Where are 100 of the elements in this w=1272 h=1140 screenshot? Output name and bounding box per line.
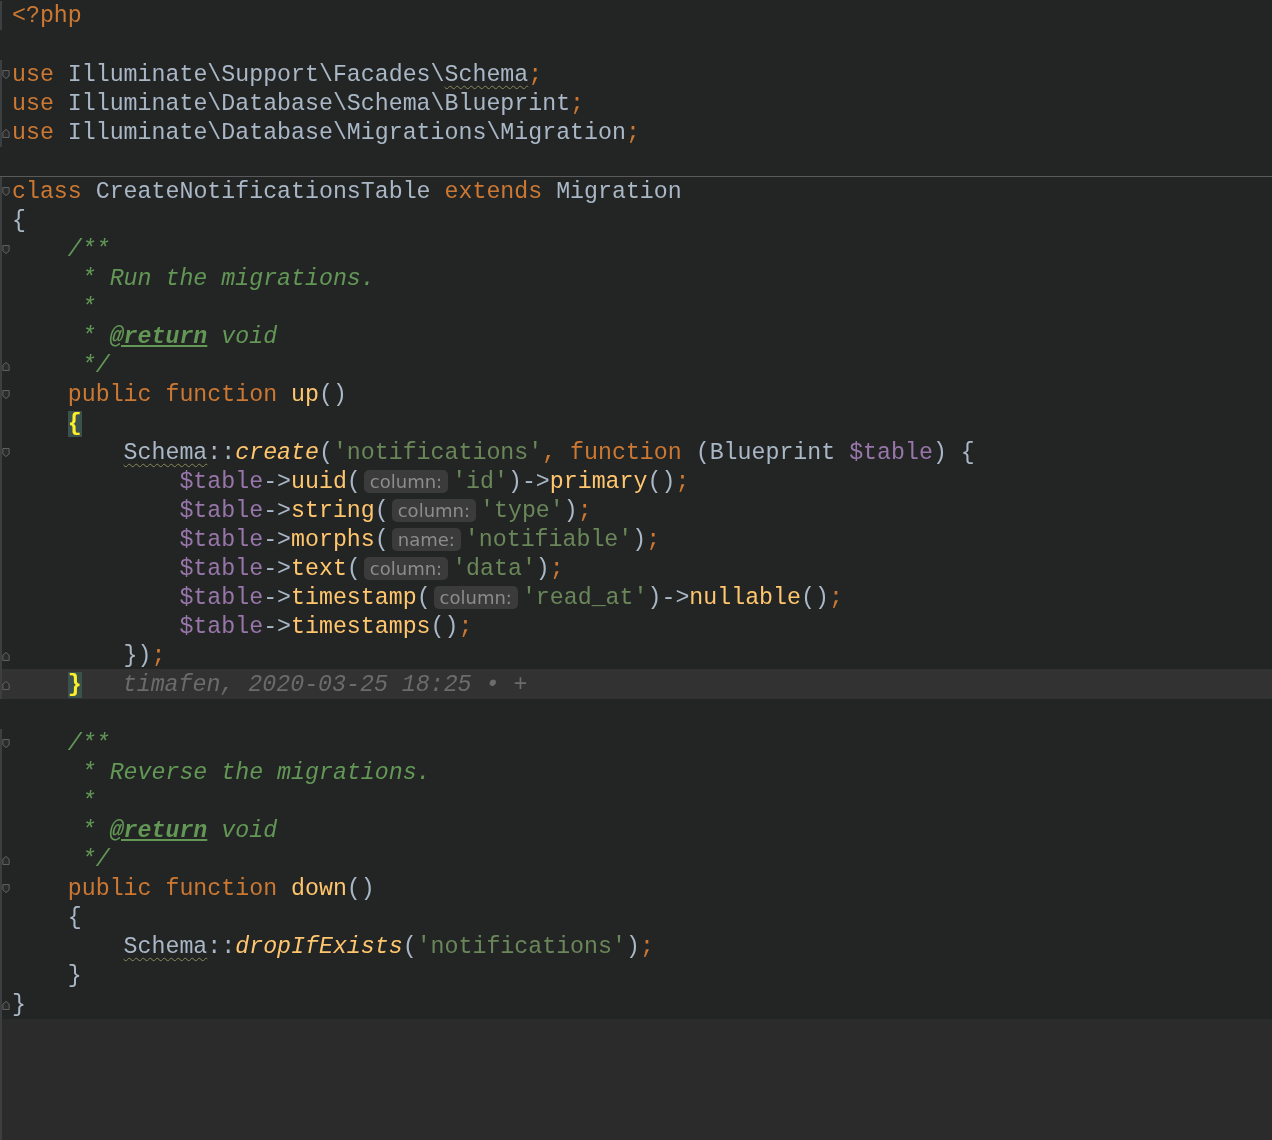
matched-brace: { <box>67 410 82 437</box>
punctuation: ; <box>528 61 543 88</box>
variable: $table <box>849 439 933 466</box>
matched-brace: } <box>67 671 82 698</box>
doc-comment: void <box>220 817 278 844</box>
keyword: public function <box>67 381 279 408</box>
keyword: use <box>12 119 54 146</box>
code-text: :: <box>207 933 236 960</box>
code-text: ( <box>374 526 389 553</box>
keyword: use <box>12 61 54 88</box>
keyword: function <box>569 439 682 466</box>
method-name: dropIfExists <box>235 933 403 960</box>
code-text: )-> <box>507 468 550 495</box>
method-name: morphs <box>291 526 375 553</box>
code-text: Migration <box>555 178 682 205</box>
code-text: ) { <box>932 439 975 466</box>
code-text: -> <box>263 613 292 640</box>
code-text: ) <box>632 526 647 553</box>
code-text: (Blueprint <box>694 439 837 466</box>
fold-marker-icon[interactable] <box>2 881 10 896</box>
code-text: ) <box>625 933 640 960</box>
method-name: timestamp <box>291 584 417 611</box>
fold-marker-icon[interactable] <box>2 242 10 257</box>
string-literal: 'type' <box>480 497 564 524</box>
string-literal: 'notifications' <box>416 933 626 960</box>
doc-comment: /** <box>67 730 110 757</box>
string-literal: 'id' <box>452 468 508 495</box>
punctuation: ; <box>151 642 166 669</box>
code-text: CreateNotificationsTable <box>94 178 432 205</box>
code-text: ( <box>318 439 333 466</box>
code-text: ( <box>374 497 389 524</box>
code-text: { <box>12 207 26 234</box>
fold-marker-icon[interactable] <box>2 736 10 751</box>
variable: $table <box>179 497 264 524</box>
class-name: Schema <box>123 933 208 960</box>
punctuation: ; <box>549 555 564 582</box>
method-name: down <box>291 875 347 902</box>
method-name: text <box>291 555 347 582</box>
parameter-hint: column: <box>391 499 477 522</box>
code-text: Illuminate\Database\Schema\Blueprint <box>66 90 571 117</box>
parameter-hint: name: <box>391 528 461 551</box>
code-text: () <box>346 875 375 902</box>
doc-tag: @return <box>109 323 208 350</box>
punctuation: ; <box>458 613 473 640</box>
code-text: ( <box>346 468 361 495</box>
variable: $table <box>179 613 264 640</box>
variable: $table <box>179 468 264 495</box>
code-text: ) <box>535 555 550 582</box>
doc-comment: * Run the migrations. <box>80 265 375 292</box>
code-text: } <box>12 991 26 1018</box>
punctuation: ; <box>646 526 661 553</box>
code-text: () <box>430 613 459 640</box>
code-text: ( <box>416 584 431 611</box>
doc-comment: void <box>220 323 278 350</box>
doc-comment: */ <box>80 352 110 379</box>
punctuation: ; <box>639 933 654 960</box>
punctuation: , <box>542 439 557 466</box>
code-text: -> <box>263 497 292 524</box>
doc-comment: */ <box>80 846 110 873</box>
keyword: extends <box>444 178 543 205</box>
method-name: uuid <box>291 468 347 495</box>
punctuation: ; <box>570 90 585 117</box>
code-text: () <box>800 584 829 611</box>
code-text: -> <box>263 468 292 495</box>
code-text: } <box>67 962 82 989</box>
punctuation: ; <box>577 497 592 524</box>
doc-tag: @return <box>109 817 208 844</box>
fold-marker-icon[interactable] <box>2 445 10 460</box>
fold-marker-icon[interactable] <box>2 387 10 402</box>
doc-comment: * <box>80 294 96 321</box>
variable: $table <box>179 526 264 553</box>
method-name: up <box>291 381 319 408</box>
fold-marker-icon[interactable] <box>2 67 10 82</box>
keyword: <?php <box>12 2 82 29</box>
code-text: }) <box>123 642 152 669</box>
doc-comment: * <box>80 788 96 815</box>
fold-marker-icon[interactable] <box>2 184 10 199</box>
code-text: () <box>318 381 347 408</box>
string-literal: 'read_at' <box>521 584 648 611</box>
method-name: primary <box>549 468 648 495</box>
keyword: use <box>12 90 54 117</box>
punctuation: ; <box>625 119 640 146</box>
variable: $table <box>179 555 264 582</box>
doc-comment: /** <box>67 236 110 263</box>
punctuation: ; <box>675 468 690 495</box>
code-text: ( <box>402 933 417 960</box>
code-text: -> <box>263 584 292 611</box>
doc-comment: * <box>80 323 97 350</box>
code-text: () <box>647 468 676 495</box>
code-text: Illuminate\Support\Facades\ <box>66 61 445 88</box>
method-name: string <box>291 497 375 524</box>
string-literal: 'data' <box>452 555 536 582</box>
class-name: Schema <box>123 439 208 466</box>
parameter-hint: column: <box>363 470 449 493</box>
class-name: Schema <box>444 61 529 88</box>
code-text: ( <box>346 555 361 582</box>
parameter-hint: column: <box>433 586 518 609</box>
keyword: public function <box>67 875 279 902</box>
blame-annotation: timafen, 2020-03-25 18:25 • + <box>122 671 528 698</box>
string-literal: 'notifiable' <box>464 526 633 553</box>
